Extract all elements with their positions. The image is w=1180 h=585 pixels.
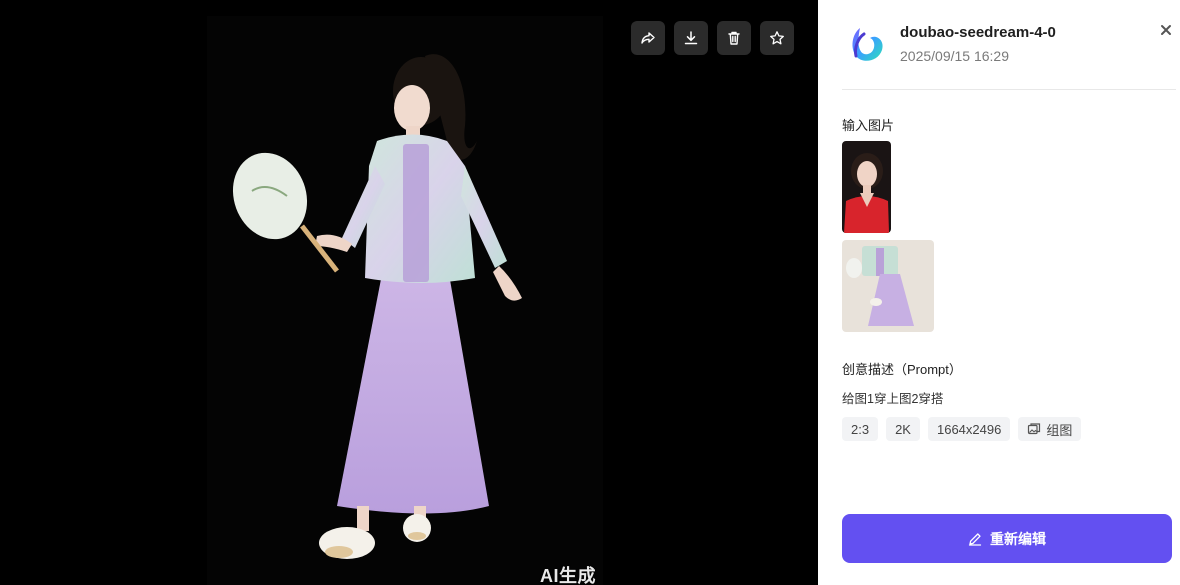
prompt-text: 给图1穿上图2穿搭 [842,392,944,406]
detail-panel: doubao-seedream-4-0 2025/09/15 16:29 输入图… [818,0,1180,585]
share-button[interactable] [631,21,665,55]
size-tag: 1664x2496 [927,417,1011,441]
generated-image[interactable] [207,16,603,585]
image-viewer: AI生成 [0,0,818,585]
timestamp: 2025/09/15 16:29 [900,48,1009,64]
delete-button[interactable] [717,21,751,55]
re-edit-button[interactable]: 重新编辑 [842,514,1172,563]
resolution-tag: 2K [886,417,920,441]
download-button[interactable] [674,21,708,55]
input-image-1[interactable] [842,141,891,233]
star-icon [770,31,784,45]
model-name: doubao-seedream-4-0 [900,24,1056,41]
input-image-2[interactable] [842,240,934,332]
image-toolbar [631,21,794,55]
group-tag: 组图 [1018,417,1082,441]
resolution-tag-label: 2K [895,421,911,437]
ratio-tag: 2:3 [842,417,879,441]
group-tag-label: 组图 [1046,422,1073,438]
generated-image-figure [232,54,522,559]
size-tag-label: 1664x2496 [936,421,1002,437]
image-group-icon [1028,423,1041,435]
divider [842,89,1176,90]
favorite-button[interactable] [760,21,794,55]
input-images-title: 输入图片 [842,118,895,133]
pencil-icon [968,532,982,546]
download-icon [684,31,698,45]
outfit-thumbnail [842,240,934,332]
doubao-logo-icon [852,28,883,61]
prompt-title: 创意描述（Prompt） [842,362,962,377]
trash-icon [728,31,740,45]
portrait-thumbnail [842,141,891,233]
share-icon [641,32,655,44]
re-edit-button-label: 重新编辑 [990,530,1046,547]
ratio-tag-label: 2:3 [851,421,870,437]
close-icon[interactable] [1158,22,1174,38]
ai-generated-watermark: AI生成 [540,566,596,585]
generation-params: 2:3 2K 1664x2496 组图 [842,417,1082,441]
